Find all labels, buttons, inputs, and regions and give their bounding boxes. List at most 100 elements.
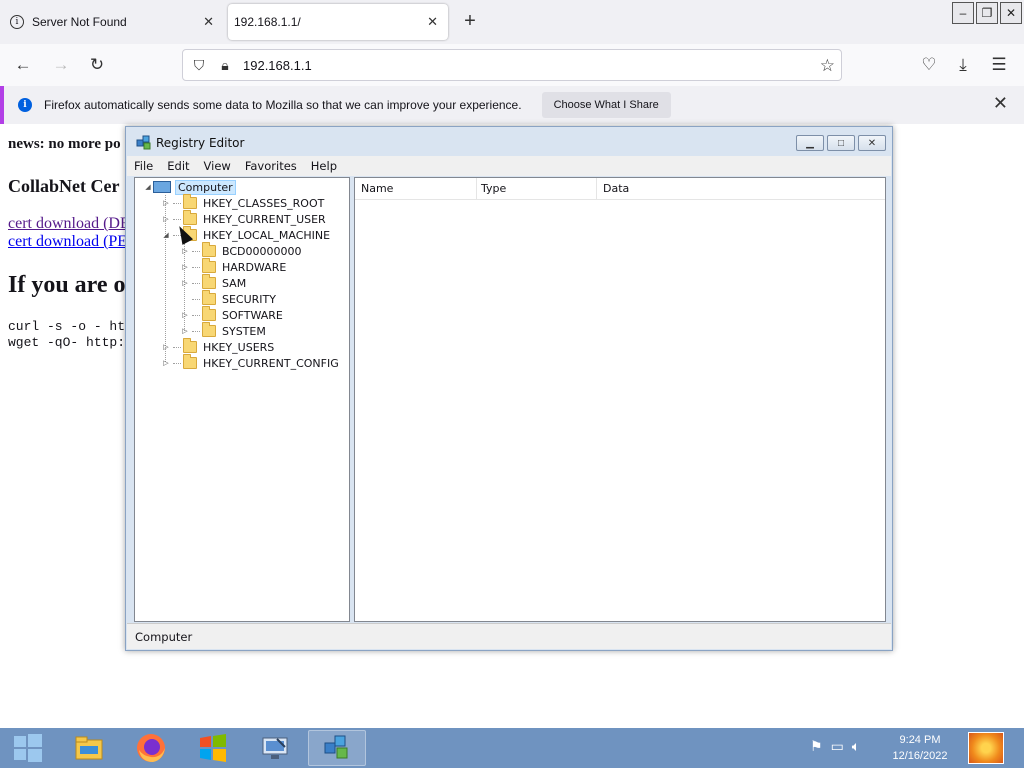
tree-node-hardware[interactable]: ▷ HARDWARE [180, 258, 286, 275]
tree-label: SAM [222, 276, 247, 290]
start-button[interactable] [6, 730, 50, 766]
folder-icon [202, 242, 216, 257]
minimize-button[interactable]: ▁ [796, 135, 824, 151]
tree-node-hku[interactable]: ▷ HKEY_USERS [161, 338, 274, 355]
taskbar-file-explorer[interactable] [60, 730, 118, 766]
info-icon: i [10, 15, 24, 29]
close-icon[interactable]: ✕ [427, 14, 438, 30]
expand-arrow-icon[interactable]: ▷ [161, 215, 171, 223]
folder-icon [202, 274, 216, 289]
reload-button[interactable]: ↻ [84, 53, 110, 77]
remote-desktop-icon [262, 737, 288, 759]
cert-download-der-link[interactable]: cert download (DE [8, 215, 130, 233]
window-title: Registry Editor [156, 136, 245, 150]
expand-arrow-icon[interactable]: ▷ [161, 343, 171, 351]
minimize-button[interactable]: – [952, 2, 974, 24]
tree-node-bcd[interactable]: ▷ BCD00000000 [180, 242, 302, 259]
collabnet-heading: CollabNet Cer [8, 176, 120, 196]
expand-arrow-icon[interactable]: ▷ [161, 199, 171, 207]
tree-label: HKEY_CURRENT_USER [203, 212, 326, 226]
tab-label: 192.168.1.1/ [234, 15, 301, 29]
close-icon[interactable]: ✕ [993, 93, 1008, 114]
tree-node-software[interactable]: ▷ SOFTWARE [180, 306, 283, 323]
volume-icon[interactable]: 🔈︎ [852, 738, 860, 755]
menu-edit[interactable]: Edit [160, 159, 196, 173]
url-bar[interactable]: ⛉ 🔒︎ 192.168.1.1 ☆ [182, 49, 842, 81]
values-list[interactable]: Name Type Data [354, 177, 886, 622]
menu-view[interactable]: View [197, 159, 238, 173]
action-center-flag-icon[interactable]: ⚑ [810, 738, 823, 755]
restore-button[interactable]: ❐ [976, 2, 998, 24]
expand-arrow-icon[interactable]: ▷ [180, 247, 190, 255]
taskbar-remote-desktop[interactable] [246, 730, 304, 766]
expand-arrow-icon[interactable]: ▷ [161, 359, 171, 367]
instructions-heading: If you are o [8, 272, 126, 298]
tree-node-security[interactable]: SECURITY [180, 290, 276, 307]
status-bar: Computer [127, 623, 891, 649]
expand-arrow-icon[interactable]: ▷ [180, 279, 190, 287]
menu-file[interactable]: File [127, 159, 160, 173]
windows-flag-icon [200, 734, 226, 762]
new-tab-button[interactable]: + [458, 9, 482, 33]
tab-label: Server Not Found [32, 15, 127, 29]
tab-192-168-1-1[interactable]: 192.168.1.1/ ✕ [228, 4, 448, 40]
pocket-icon[interactable]: ♡ [916, 53, 942, 77]
menu-favorites[interactable]: Favorites [238, 159, 304, 173]
computer-icon [153, 181, 171, 193]
tree-node-hkcr[interactable]: ▷ HKEY_CLASSES_ROOT [161, 194, 324, 211]
expand-arrow-icon[interactable]: ▷ [180, 327, 190, 335]
column-header-type[interactable]: Type [475, 178, 597, 200]
tree-label: HKEY_LOCAL_MACHINE [203, 228, 331, 242]
window-title-bar: Registry Editor [136, 135, 244, 151]
folder-icon [202, 290, 216, 305]
folder-icon [202, 322, 216, 337]
tab-server-not-found[interactable]: i Server Not Found ✕ [0, 0, 224, 44]
forward-button[interactable]: → [48, 53, 74, 77]
network-icon[interactable]: ▭ [831, 738, 844, 755]
tree-label: SOFTWARE [222, 308, 283, 322]
folder-icon [183, 210, 197, 225]
show-desktop-thumbnail[interactable] [968, 732, 1004, 764]
tree-connector [173, 346, 181, 348]
menu-hamburger-icon[interactable]: ☰ [986, 53, 1012, 77]
tree-label: SYSTEM [222, 324, 266, 338]
close-icon[interactable]: ✕ [203, 14, 214, 30]
tree-node-hkcc[interactable]: ▷ HKEY_CURRENT_CONFIG [161, 354, 339, 371]
collapse-arrow-icon[interactable]: ◢ [161, 231, 171, 239]
tree-node-system[interactable]: ▷ SYSTEM [180, 322, 266, 339]
registry-editor-icon [324, 735, 348, 759]
tree-node-sam[interactable]: ▷ SAM [180, 274, 247, 291]
system-tray: ⚑ ▭ 🔈︎ [810, 738, 860, 755]
clock-time: 9:24 PM [899, 734, 941, 746]
notification-text: Firefox automatically sends some data to… [44, 98, 522, 112]
column-header-data[interactable]: Data [597, 178, 885, 200]
close-button[interactable]: ✕ [858, 135, 886, 151]
close-window-button[interactable]: ✕ [1000, 2, 1022, 24]
expand-arrow-icon[interactable]: ▷ [180, 263, 190, 271]
shield-icon[interactable]: ⛉ [189, 57, 209, 74]
window-controls: – ❐ ✕ [950, 2, 1022, 24]
column-header-name[interactable]: Name [355, 178, 477, 200]
collapse-arrow-icon[interactable]: ◢ [143, 183, 153, 191]
folder-icon [75, 736, 103, 760]
clock[interactable]: 9:24 PM 12/16/2022 [880, 732, 960, 764]
registry-editor-window: Registry Editor ▁ □ ✕ File Edit View Fav… [125, 126, 893, 651]
tree-connector [192, 298, 200, 300]
taskbar-registry-editor[interactable] [308, 730, 366, 766]
news-heading: news: no more po [8, 136, 121, 152]
registry-tree[interactable]: ◢ Computer ▷ HKEY_CLASSES_ROOT ▷ HKEY_CU… [134, 177, 350, 622]
taskbar-windows-app[interactable] [184, 730, 242, 766]
url-text[interactable]: 192.168.1.1 [243, 58, 312, 73]
tree-node-computer[interactable]: ◢ Computer [143, 179, 236, 195]
bookmark-star-icon[interactable]: ☆ [820, 56, 835, 76]
maximize-button[interactable]: □ [827, 135, 855, 151]
cert-download-pem-link[interactable]: cert download (PE [8, 233, 127, 251]
choose-what-i-share-button[interactable]: Choose What I Share [541, 92, 671, 118]
menu-help[interactable]: Help [304, 159, 344, 173]
back-button[interactable]: ← [10, 53, 36, 77]
list-header: Name Type Data [355, 178, 885, 200]
downloads-icon[interactable]: ⤓ [950, 53, 976, 77]
taskbar-firefox[interactable] [122, 730, 180, 766]
lock-icon[interactable]: 🔒︎ [215, 57, 235, 74]
expand-arrow-icon[interactable]: ▷ [180, 311, 190, 319]
